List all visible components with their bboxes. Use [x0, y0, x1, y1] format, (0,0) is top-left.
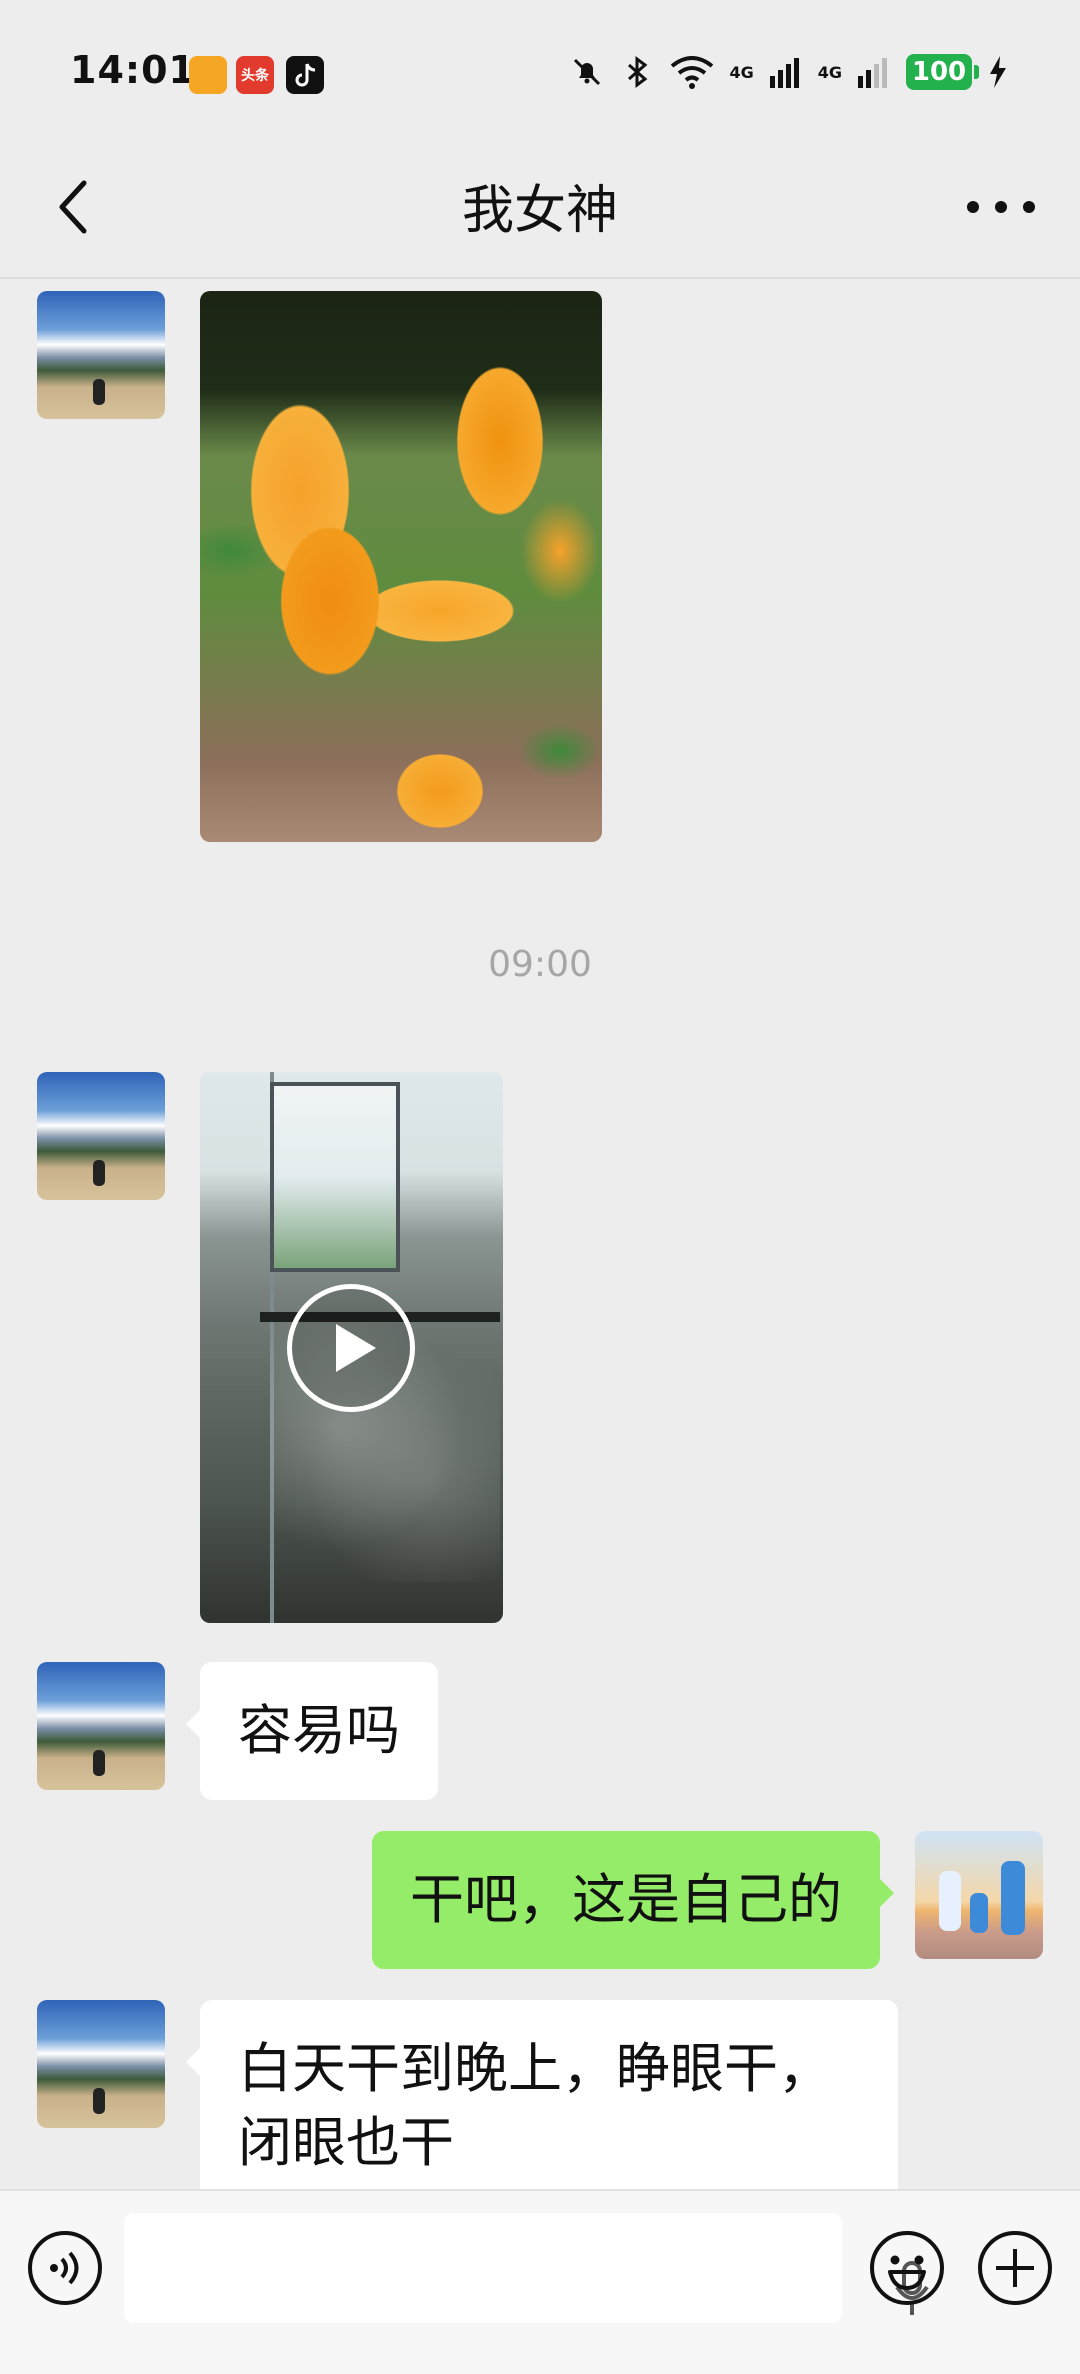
wifi-icon: [671, 56, 714, 89]
time-divider: 09:00: [488, 944, 592, 985]
bluetooth-icon: [628, 56, 648, 88]
chat-title: 我女神: [461, 181, 618, 241]
voice-input-icon[interactable]: [26, 2229, 104, 2307]
app-notification-icon: [189, 56, 227, 94]
muted-bell-icon: [574, 58, 601, 86]
chat-header: 我女神: [0, 130, 1080, 278]
outgoing-text-bubble[interactable]: 干吧，这是自己的: [372, 1831, 894, 1969]
status-bar: 14:01 头条 4G 4G 100: [0, 0, 1080, 130]
message-input[interactable]: [124, 2213, 929, 2323]
signal-icon: [769, 58, 799, 88]
play-icon[interactable]: [287, 1284, 415, 1412]
incoming-text-bubble[interactable]: 白天干到晚上，睁眼干，闭眼也干: [186, 2000, 898, 2189]
image-message[interactable]: [200, 291, 602, 842]
my-avatar[interactable]: [915, 1831, 1043, 1959]
battery-icon: 100: [906, 54, 979, 90]
video-message[interactable]: [200, 1072, 503, 1623]
toutiao-notification-icon: 头条: [236, 56, 274, 94]
contact-avatar[interactable]: [37, 291, 165, 419]
incoming-text-bubble[interactable]: 容易吗: [186, 1662, 438, 1800]
network-type-1: 4G: [729, 62, 754, 82]
contact-avatar[interactable]: [37, 1072, 165, 1200]
more-dots-icon: [967, 201, 1035, 213]
emoji-icon[interactable]: [868, 2229, 946, 2307]
signal-icon: [858, 58, 887, 88]
message-list[interactable]: 09:00 容易吗 干吧，这是自己的 白天干到晚上，睁眼干，闭眼也干: [0, 279, 1080, 2189]
input-bar: [0, 2189, 1080, 2374]
contact-avatar[interactable]: [37, 2000, 165, 2128]
status-time: 14:01: [70, 48, 196, 92]
more-button[interactable]: [956, 180, 1046, 234]
charging-icon: [990, 56, 1006, 88]
add-icon[interactable]: [976, 2229, 1054, 2307]
contact-avatar[interactable]: [37, 1662, 165, 1790]
network-type-2: 4G: [817, 62, 842, 82]
tiktok-notification-icon: [286, 56, 324, 94]
